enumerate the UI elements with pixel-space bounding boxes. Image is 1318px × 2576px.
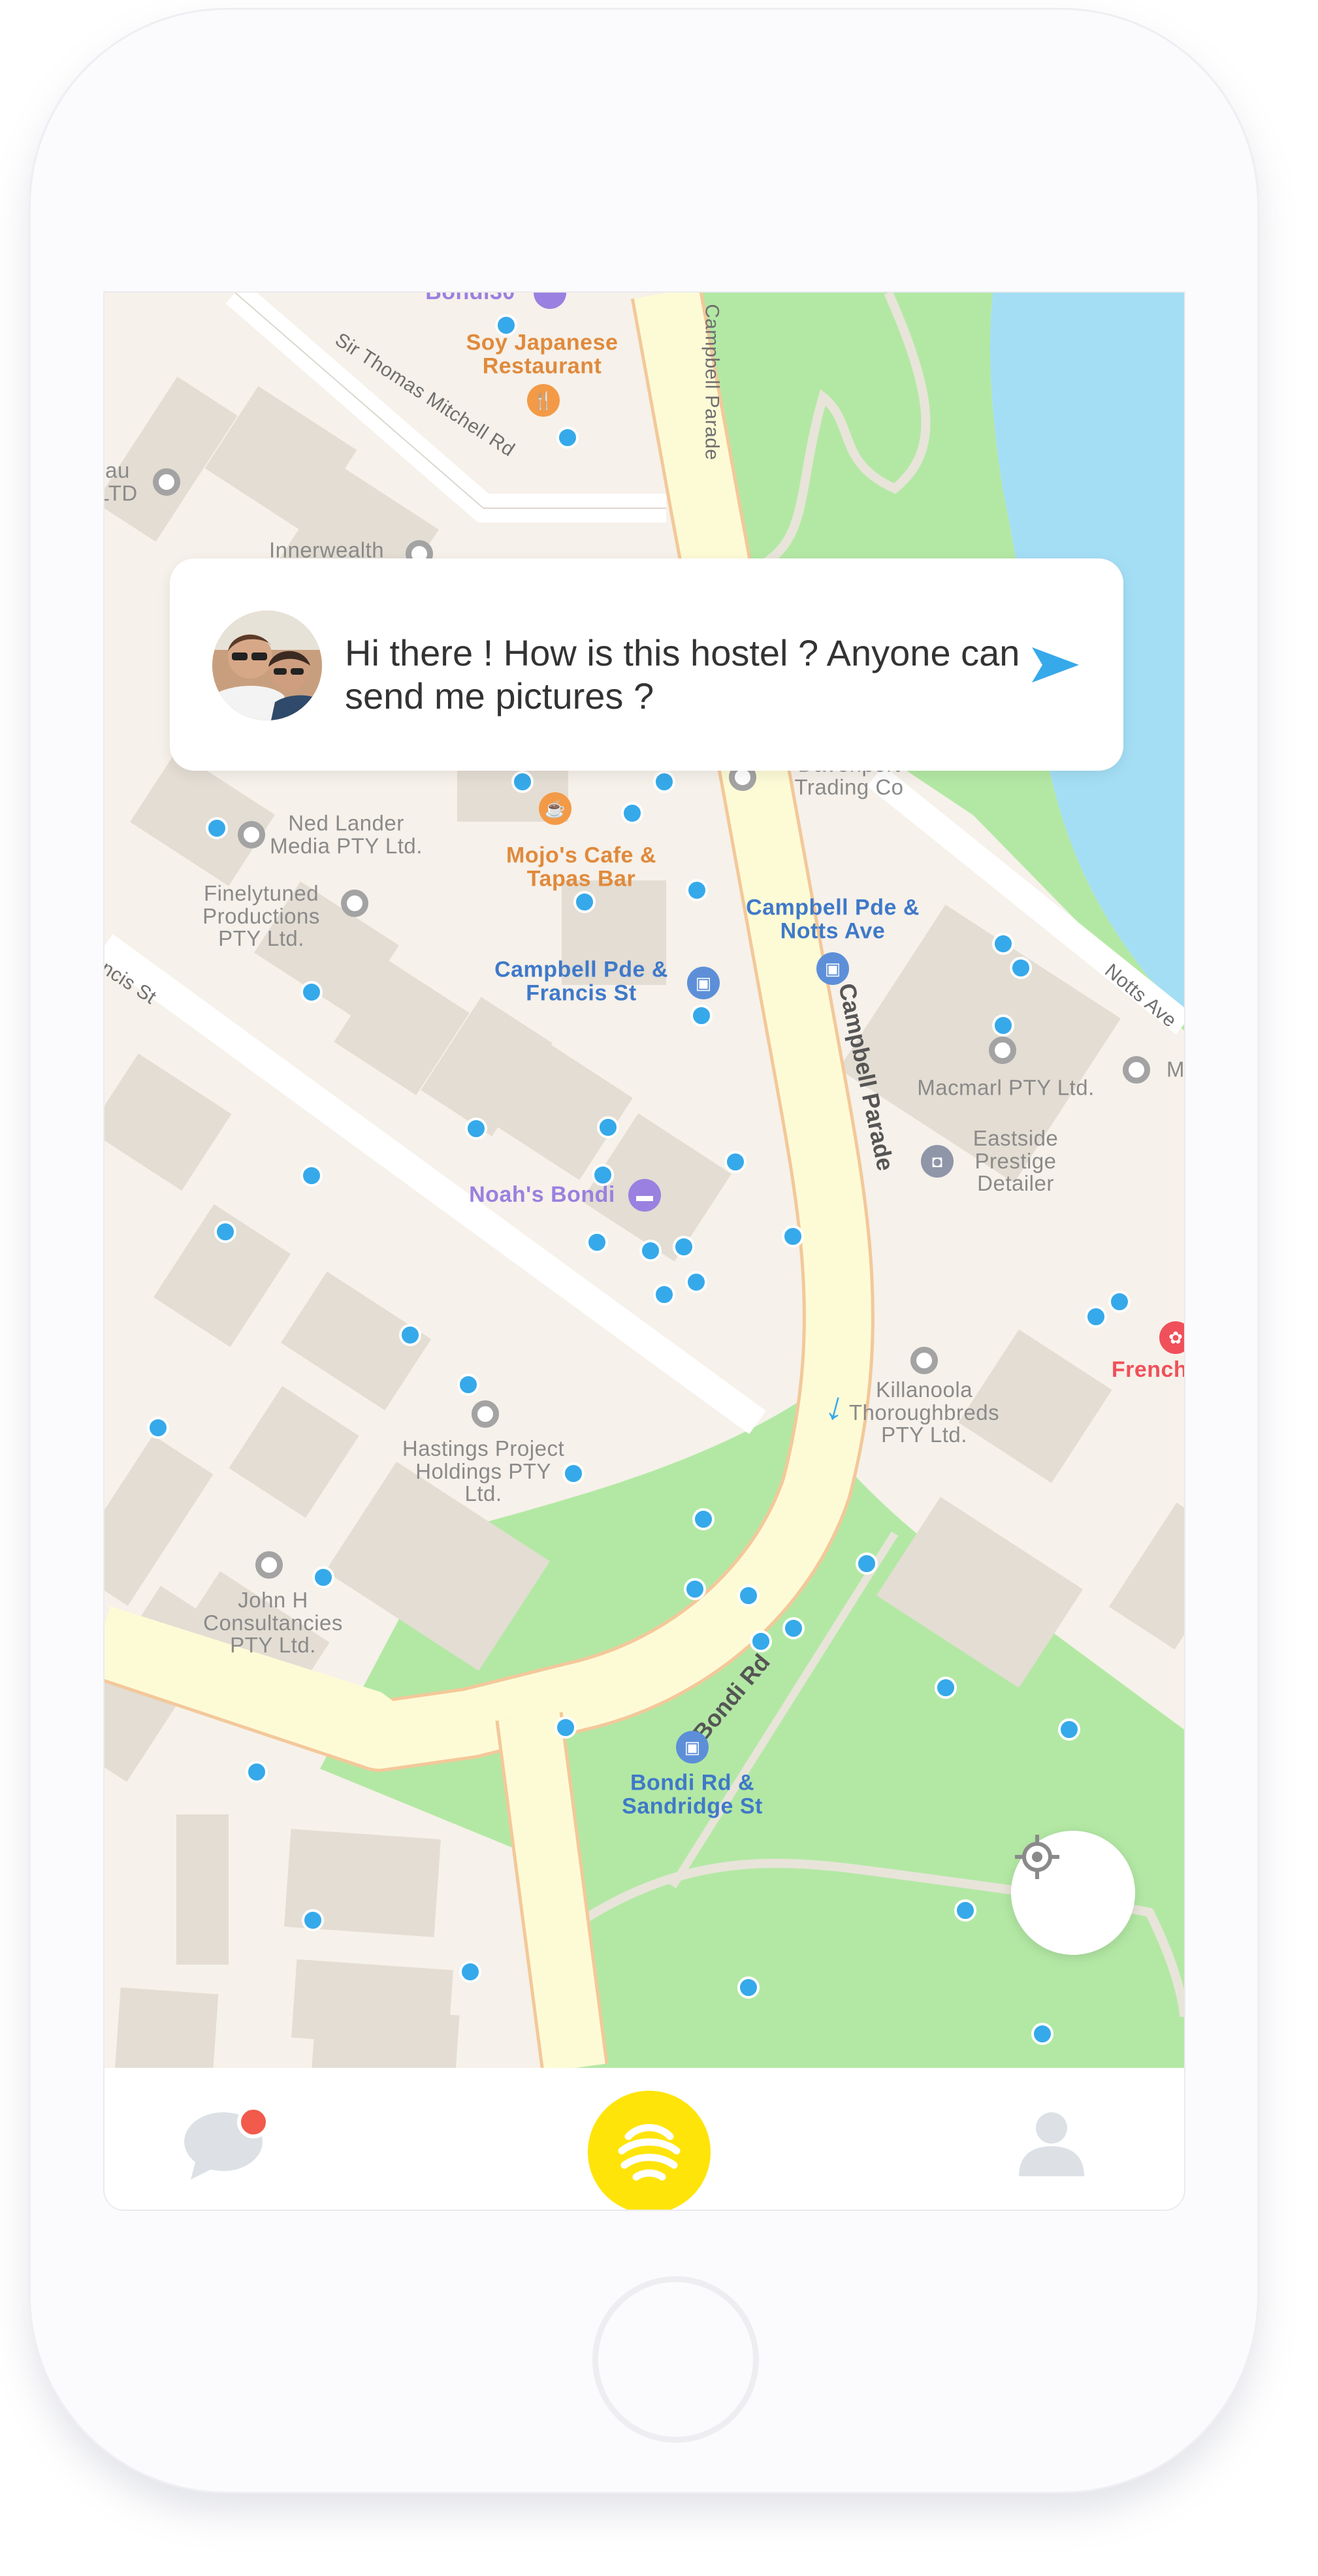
user-dot[interactable] xyxy=(621,802,643,824)
cafe-icon[interactable]: ☕ xyxy=(539,792,571,825)
send-button[interactable] xyxy=(1025,636,1084,694)
user-dot[interactable] xyxy=(147,1417,169,1439)
business-icon[interactable] xyxy=(910,1347,938,1374)
user-dot[interactable] xyxy=(782,1225,804,1248)
chat-message-card[interactable]: Hi there ! How is this hostel ? Anyone c… xyxy=(170,558,1123,771)
user-dot[interactable] xyxy=(1031,2023,1053,2045)
user-dot[interactable] xyxy=(465,1118,487,1140)
user-dot[interactable] xyxy=(302,1909,324,1931)
locate-me-button[interactable] xyxy=(1011,1831,1135,1955)
user-dot[interactable] xyxy=(750,1630,772,1652)
user-dot[interactable] xyxy=(300,1165,323,1187)
business-icon[interactable] xyxy=(989,1037,1016,1064)
user-dot[interactable] xyxy=(312,1566,334,1588)
place-bondi30[interactable]: Bondi30 xyxy=(425,293,515,304)
bus-stop-icon[interactable]: ▣ xyxy=(676,1731,709,1763)
user-dot[interactable] xyxy=(724,1151,747,1173)
place-noahs-bondi[interactable]: Noah's Bondi xyxy=(469,1183,615,1207)
user-dot[interactable] xyxy=(954,1899,976,1922)
tab-hive[interactable] xyxy=(588,2091,711,2210)
user-dot[interactable] xyxy=(992,933,1014,955)
user-dot[interactable] xyxy=(597,1116,619,1138)
user-dot[interactable] xyxy=(992,1014,1014,1037)
user-dot[interactable] xyxy=(586,1231,608,1253)
user-dot[interactable] xyxy=(562,1462,585,1485)
home-button[interactable] xyxy=(592,2276,759,2443)
place-killanoola[interactable]: Killanoola Thoroughbreds PTY Ltd. xyxy=(849,1378,999,1447)
place-mojos-cafe[interactable]: Mojo's Cafe & Tapas Bar xyxy=(506,844,656,890)
user-dot[interactable] xyxy=(737,1976,760,1999)
user-dot[interactable] xyxy=(782,1617,805,1639)
tab-bar xyxy=(104,2068,1184,2210)
business-icon[interactable] xyxy=(153,468,180,496)
user-dot[interactable] xyxy=(1085,1306,1107,1328)
user-dot[interactable] xyxy=(206,817,228,839)
place-eastside[interactable]: Eastside Prestige Detailer xyxy=(973,1127,1059,1195)
bus-stop-icon[interactable]: ▣ xyxy=(816,952,849,985)
notification-badge xyxy=(237,2106,270,2138)
place-finelytuned[interactable]: Finelytuned Productions PTY Ltd. xyxy=(202,882,320,950)
restaurant-icon[interactable]: 🍴 xyxy=(527,384,560,417)
business-icon[interactable] xyxy=(238,821,265,848)
business-icon[interactable] xyxy=(1123,1056,1150,1084)
user-dot[interactable] xyxy=(737,1585,760,1607)
user-dot[interactable] xyxy=(692,1508,715,1530)
place-ned-lander[interactable]: Ned Lander Media PTY Ltd. xyxy=(270,812,423,857)
user-dot[interactable] xyxy=(653,771,675,793)
user-dot[interactable] xyxy=(685,1271,707,1293)
chat-bubble-icon xyxy=(184,2106,270,2180)
app-screen: Campbell Parade Campbell Parade Sir Thom… xyxy=(104,293,1184,2210)
user-dot[interactable] xyxy=(690,1005,713,1027)
user-dot[interactable] xyxy=(1058,1718,1080,1741)
user-dot[interactable] xyxy=(684,1578,706,1600)
user-dot[interactable] xyxy=(673,1236,695,1258)
send-icon xyxy=(1032,647,1079,683)
user-dot[interactable] xyxy=(399,1324,421,1346)
user-dot[interactable] xyxy=(459,1961,481,1983)
user-dot[interactable] xyxy=(495,314,517,336)
user-dot[interactable] xyxy=(300,981,323,1003)
bus-stop-icon[interactable]: ▣ xyxy=(687,967,720,999)
business-icon[interactable] xyxy=(255,1551,283,1579)
user-dot[interactable] xyxy=(556,427,579,449)
user-dot[interactable] xyxy=(1108,1291,1131,1313)
hotel-icon[interactable]: ▬ xyxy=(628,1179,661,1212)
crosshair-icon xyxy=(1015,1835,1059,1879)
place-au-ltd[interactable]: au LTD xyxy=(104,459,138,504)
tab-messages[interactable] xyxy=(183,2104,281,2182)
place-hastings[interactable]: Hastings Project Holdings PTY Ltd. xyxy=(402,1437,564,1505)
place-stop-francis[interactable]: Campbell Pde & Francis St xyxy=(494,958,668,1005)
user-dot[interactable] xyxy=(653,1283,675,1306)
car-icon[interactable]: ◘ xyxy=(921,1145,954,1178)
place-john-h[interactable]: John H Consultancies PTY Ltd. xyxy=(203,1588,343,1657)
user-dot[interactable] xyxy=(1010,957,1032,979)
user-dot[interactable] xyxy=(856,1553,878,1575)
avatar[interactable] xyxy=(212,611,322,720)
avatar-photo xyxy=(212,611,322,720)
tab-profile[interactable] xyxy=(1016,2107,1087,2179)
chat-message-text: Hi there ! How is this hostel ? Anyone c… xyxy=(345,632,1020,716)
user-dot[interactable] xyxy=(592,1164,614,1186)
business-icon[interactable] xyxy=(341,890,368,917)
place-soy-japanese[interactable]: Soy Japanese Restaurant xyxy=(466,331,619,378)
user-dot[interactable] xyxy=(686,879,708,901)
place-stop-notts[interactable]: Campbell Pde & Notts Ave xyxy=(746,896,920,942)
place-french[interactable]: French xyxy=(1112,1358,1184,1382)
user-dot[interactable] xyxy=(246,1761,268,1783)
user-dot[interactable] xyxy=(573,891,596,913)
user-dot[interactable] xyxy=(935,1677,957,1699)
user-dot[interactable] xyxy=(555,1716,577,1739)
user-dot[interactable] xyxy=(214,1221,236,1243)
profile-icon xyxy=(1019,2112,1084,2176)
road-label-campbell-top: Campbell Parade xyxy=(701,304,723,460)
place-m-edge[interactable]: M xyxy=(1166,1058,1184,1082)
place-macmarl[interactable]: Macmarl PTY Ltd. xyxy=(917,1076,1094,1100)
business-icon[interactable] xyxy=(472,1400,499,1428)
place-stop-sandridge[interactable]: Bondi Rd & Sandridge St xyxy=(622,1771,763,1818)
beehive-icon xyxy=(618,2124,681,2181)
user-dot[interactable] xyxy=(457,1374,479,1396)
user-dot[interactable] xyxy=(511,771,534,793)
user-dot[interactable] xyxy=(639,1240,662,1262)
